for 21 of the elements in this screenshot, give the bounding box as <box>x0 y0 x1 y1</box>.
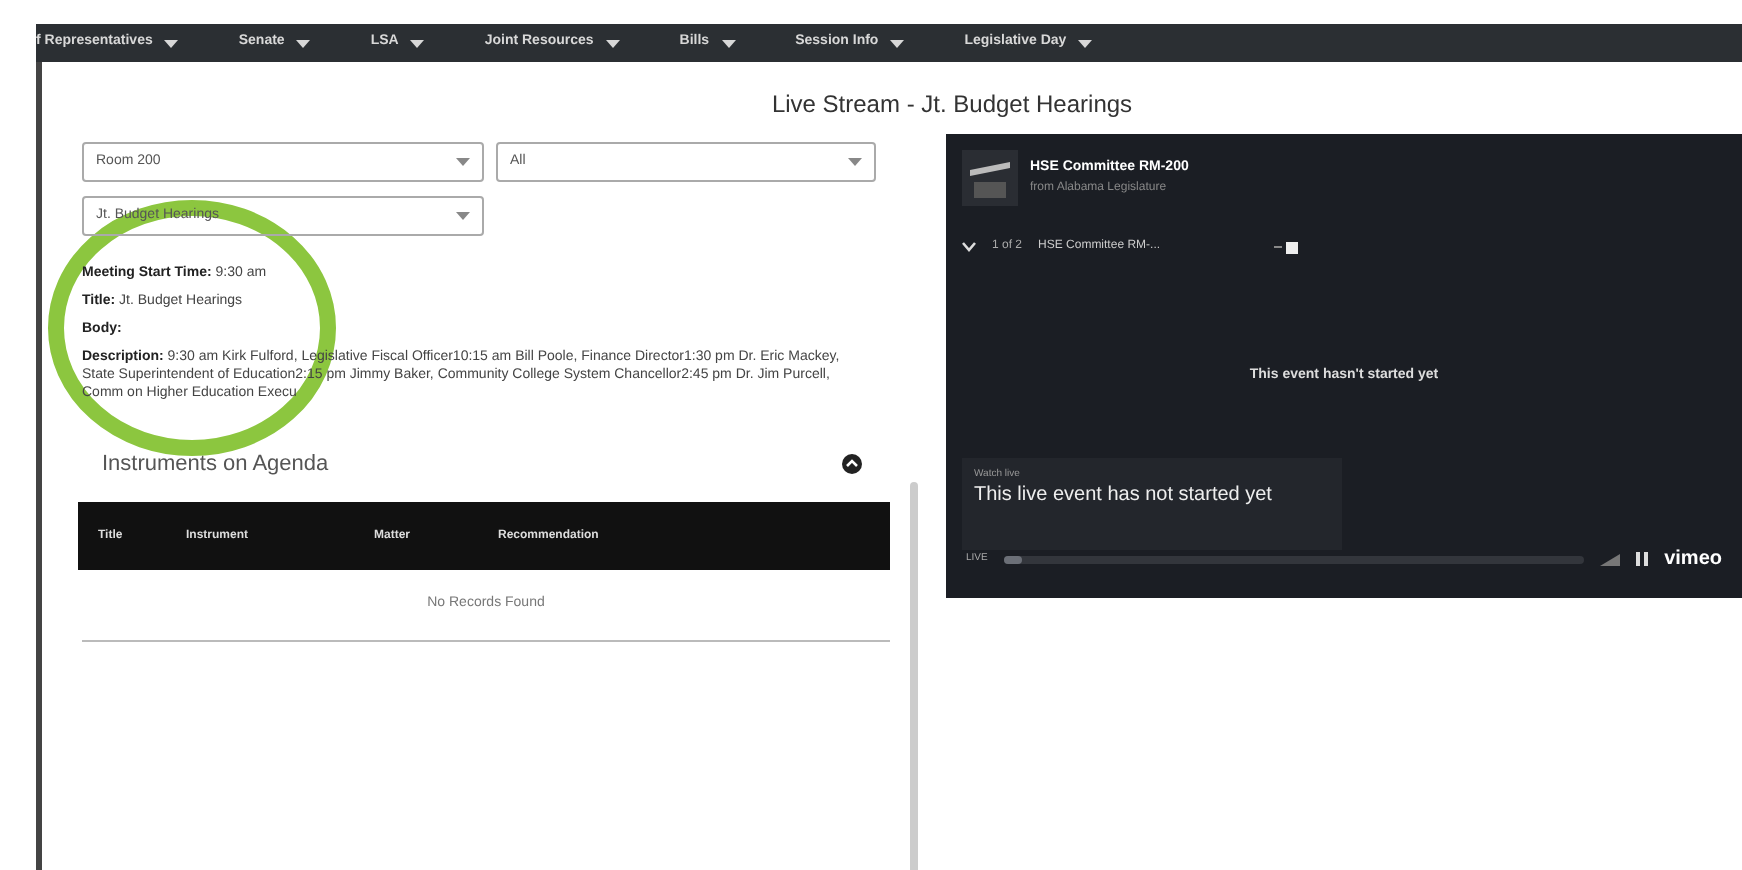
section-title: Instruments on Agenda <box>102 449 329 480</box>
progress-bar[interactable] <box>1003 555 1022 563</box>
brand-logo[interactable]: vimeo <box>1664 544 1722 574</box>
collapse-icon[interactable] <box>842 454 862 474</box>
page-title: Live Stream - Jt. Budget Hearings <box>769 88 1135 122</box>
caret-icon <box>848 158 862 166</box>
caret-icon <box>605 39 620 47</box>
caret-icon <box>1078 39 1093 47</box>
volume-icon[interactable] <box>1600 553 1621 565</box>
scrollbar[interactable] <box>910 482 918 870</box>
caret-icon <box>721 39 736 47</box>
playlist-icon[interactable] <box>1274 241 1299 253</box>
channel-logo-icon <box>962 150 1018 206</box>
caret-icon <box>456 212 470 220</box>
caret-icon <box>890 39 905 47</box>
caret-icon <box>296 39 311 47</box>
chevron-down-icon[interactable] <box>962 242 976 252</box>
live-message: This live event has not started yet <box>974 483 1274 507</box>
caret-icon <box>410 39 425 47</box>
caret-icon <box>164 39 179 47</box>
caret-icon <box>456 158 470 166</box>
